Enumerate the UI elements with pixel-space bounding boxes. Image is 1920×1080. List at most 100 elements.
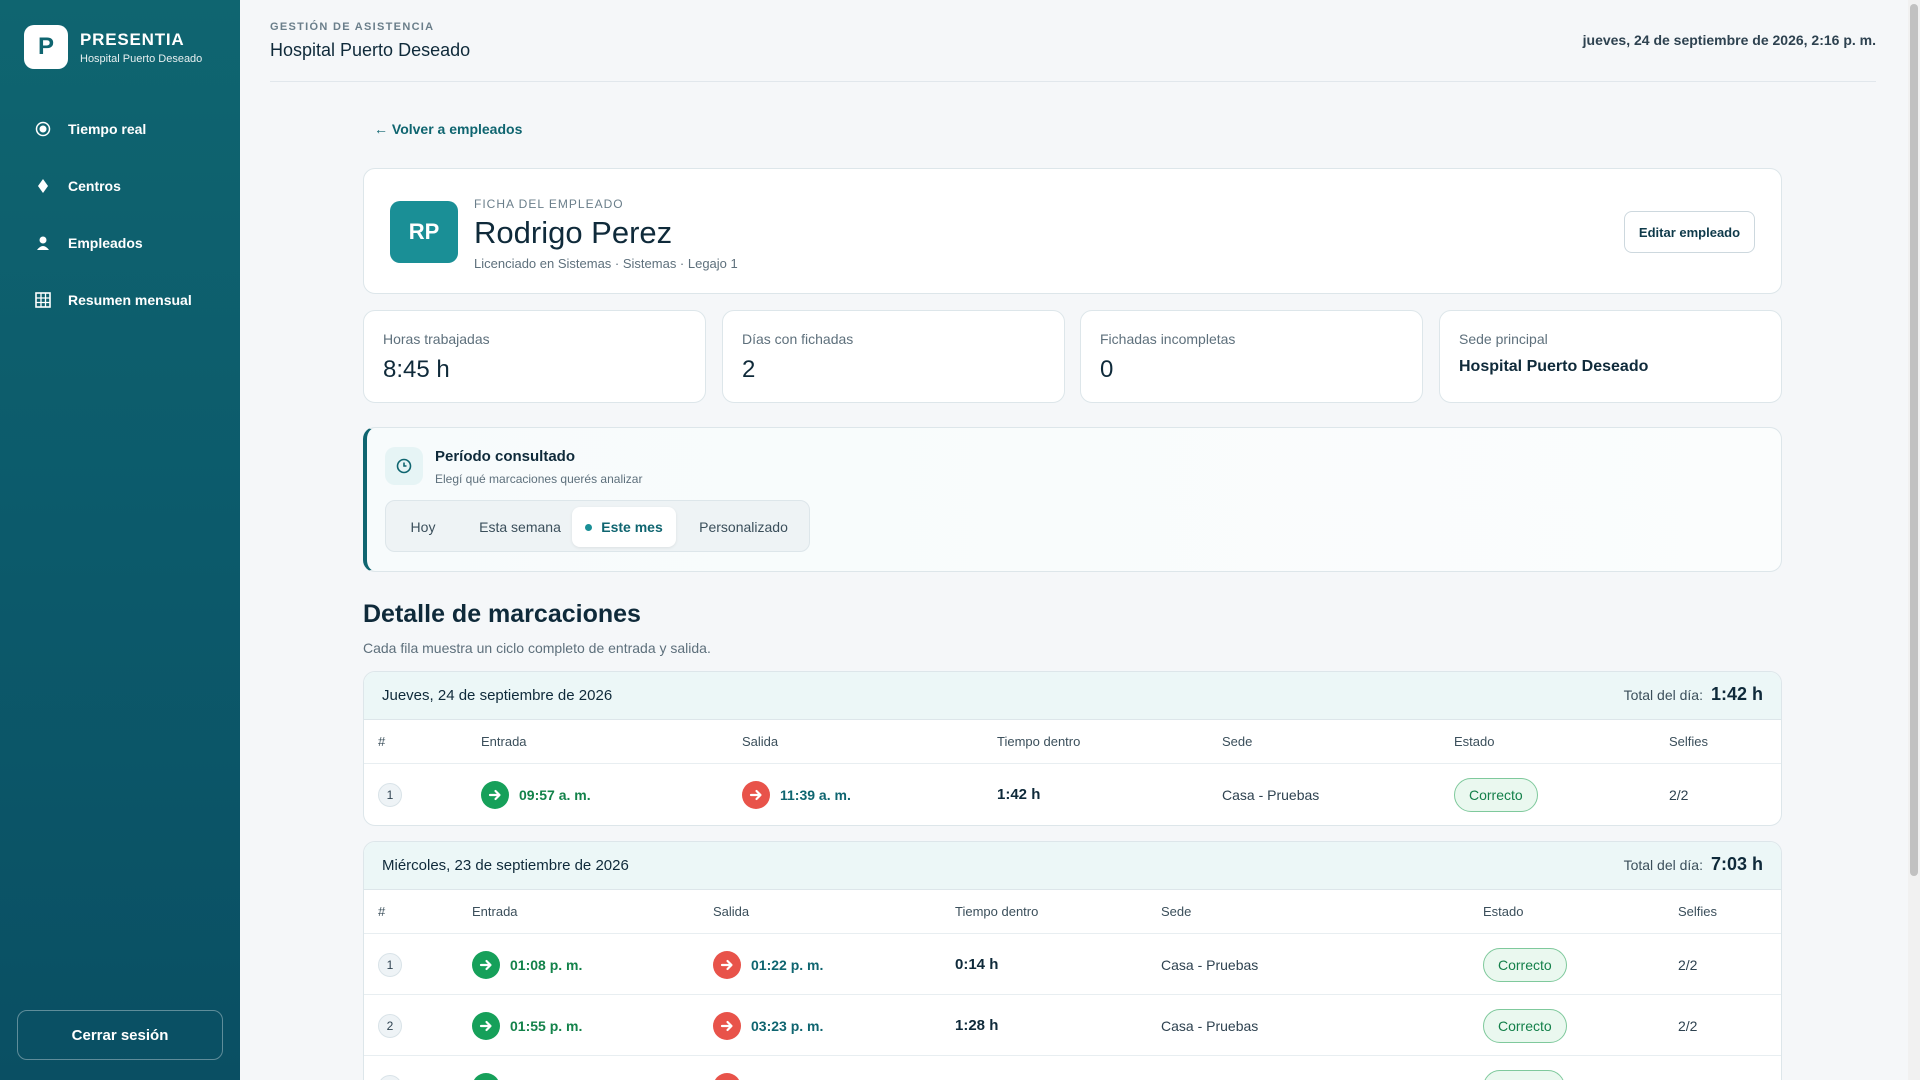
scrollbar-thumb[interactable]: [1910, 4, 1918, 876]
employee-details: Licenciado en Sistemas · Sistemas · Lega…: [474, 256, 738, 271]
selfies-count: 2/2: [1678, 1017, 1698, 1034]
stat-label: Fichadas incompletas: [1100, 331, 1236, 347]
person-icon: [34, 234, 52, 252]
site: Casa - Pruebas: [1161, 956, 1259, 973]
stat-label: Días con fichadas: [742, 331, 854, 347]
column-header: Entrada: [481, 734, 527, 749]
day-table: Jueves, 24 de septiembre de 2026 Total d…: [363, 671, 1782, 826]
edit-employee-button[interactable]: Editar empleado: [1624, 211, 1755, 253]
table-row[interactable]: 2 01:55 p. m. 03:23 p. m. 1:28 h Casa - …: [364, 995, 1781, 1056]
table-header: # Entrada Salida Tiempo dentro Sede Esta…: [364, 720, 1781, 764]
period-card: Período consultado Elegí qué marcaciones…: [363, 427, 1782, 572]
logout-button[interactable]: Cerrar sesión: [17, 1010, 223, 1060]
employee-profile-card: RP FICHA DEL EMPLEADO Rodrigo Perez Lice…: [363, 168, 1782, 294]
exit-arrow-icon: [742, 780, 770, 809]
column-header: Estado: [1483, 904, 1524, 919]
stat-label: Horas trabajadas: [383, 331, 490, 347]
brand[interactable]: P PRESENTIA Hospital Puerto Deseado: [24, 25, 202, 69]
sidebar-item-tiempo-real[interactable]: Tiempo real: [0, 100, 240, 157]
stat-card-incomplete: Fichadas incompletas 0: [1080, 310, 1423, 403]
status-badge: Correcto: [1483, 947, 1567, 982]
day-total-value: 1:42 h: [1710, 684, 1763, 704]
day-total-label: Total del día:: [1623, 857, 1703, 873]
column-header: #: [378, 904, 386, 919]
column-header: Entrada: [472, 904, 518, 919]
day-total-value: 7:03 h: [1710, 854, 1763, 874]
stat-value: Hospital Puerto Deseado: [1459, 358, 1649, 375]
clock-icon: [385, 447, 423, 485]
column-header: Sede: [1222, 734, 1253, 749]
site: Casa - Pruebas: [1161, 1017, 1259, 1034]
column-header: Tiempo dentro: [955, 904, 1039, 919]
sidebar-item-label: Resumen mensual: [68, 291, 192, 308]
brand-logo: P: [24, 25, 68, 69]
period-subtitle: Elegí qué marcaciones querés analizar: [435, 472, 643, 486]
entry-arrow-icon: [472, 1011, 500, 1040]
column-header: Tiempo dentro: [997, 734, 1081, 749]
profile-eyebrow: FICHA DEL EMPLEADO: [474, 197, 624, 211]
employee-name: Rodrigo Perez: [474, 215, 673, 250]
table-row[interactable]: 1 09:57 a. m. 11:39 a. m. 1:42 h Casa - …: [364, 764, 1781, 825]
day-header: Jueves, 24 de septiembre de 2026 Total d…: [364, 672, 1781, 720]
sidebar-item-resumen-mensual[interactable]: Resumen mensual: [0, 271, 240, 328]
sidebar-item-label: Centros: [68, 177, 121, 194]
exit-time: 01:22 p. m.: [751, 956, 824, 973]
time-inside: 1:42 h: [997, 786, 1041, 803]
period-option-este-mes[interactable]: Este mes: [572, 507, 676, 547]
period-option-personalizado[interactable]: Personalizado: [682, 507, 805, 547]
stat-card-days: Días con fichadas 2: [722, 310, 1065, 403]
header-eyebrow: GESTIÓN DE ASISTENCIA: [270, 21, 435, 33]
entry-arrow-icon: [472, 1072, 500, 1080]
column-header: Salida: [713, 904, 750, 919]
day-date: Jueves, 24 de septiembre de 2026: [382, 687, 613, 704]
header-datetime: jueves, 24 de septiembre de 2026, 2:16 p…: [1582, 32, 1876, 48]
time-inside: 0:14 h: [955, 956, 999, 973]
diamond-icon: [34, 177, 52, 195]
exit-arrow-icon: [713, 950, 741, 979]
entry-time: 09:57 a. m.: [519, 786, 591, 803]
entry-time: 01:08 p. m.: [510, 956, 583, 973]
entry-arrow-icon: [472, 950, 500, 979]
period-option-esta-semana[interactable]: Esta semana: [460, 507, 580, 547]
column-header: Estado: [1454, 734, 1495, 749]
column-header: Selfies: [1678, 904, 1718, 919]
sidebar-item-centros[interactable]: Centros: [0, 157, 240, 214]
table-row-partial[interactable]: [364, 1056, 1781, 1080]
back-to-employees-link[interactable]: ← Volver a empleados: [374, 121, 522, 137]
brand-name: PRESENTIA: [80, 29, 185, 49]
selected-dot-icon: [585, 523, 593, 531]
brand-subtitle: Hospital Puerto Deseado: [80, 52, 203, 65]
entry-arrow-icon: [481, 780, 509, 809]
day-header: Miércoles, 23 de septiembre de 2026 Tota…: [364, 842, 1781, 890]
column-header: Salida: [742, 734, 779, 749]
stat-card-hours: Horas trabajadas 8:45 h: [363, 310, 706, 403]
period-option-hoy[interactable]: Hoy: [392, 507, 454, 547]
day-total: Total del día: 7:03 h: [1624, 854, 1763, 875]
day-date: Miércoles, 23 de septiembre de 2026: [382, 857, 629, 874]
selfies-count: 2/2: [1669, 786, 1689, 803]
section-subtitle: Cada fila muestra un ciclo completo de e…: [363, 640, 711, 656]
stat-value: 2: [742, 356, 756, 383]
time-inside: 1:28 h: [955, 1017, 999, 1034]
period-title: Período consultado: [435, 448, 576, 465]
top-header: GESTIÓN DE ASISTENCIA Hospital Puerto De…: [270, 0, 1876, 82]
day-total-label: Total del día:: [1623, 687, 1703, 703]
sidebar-item-empleados[interactable]: Empleados: [0, 214, 240, 271]
sidebar-item-label: Empleados: [68, 234, 143, 251]
exit-arrow-icon: [713, 1072, 741, 1080]
stat-label: Sede principal: [1459, 331, 1548, 347]
day-total: Total del día: 1:42 h: [1624, 684, 1763, 705]
entry-time: 01:55 p. m.: [510, 1017, 583, 1034]
status-badge: Correcto: [1483, 1008, 1567, 1043]
stat-card-main-site: Sede principal Hospital Puerto Deseado: [1439, 310, 1782, 403]
radio-icon: [34, 120, 52, 138]
sidebar-item-label: Tiempo real: [68, 120, 147, 137]
column-header: #: [378, 734, 386, 749]
avatar: RP: [390, 201, 458, 263]
scrollbar[interactable]: [1908, 0, 1920, 1080]
table-row[interactable]: 1 01:08 p. m. 01:22 p. m. 0:14 h Casa - …: [364, 934, 1781, 995]
exit-arrow-icon: [713, 1011, 741, 1040]
row-number-badge: 2: [378, 1013, 402, 1038]
row-number-badge: [378, 1074, 402, 1080]
row-number-badge: 1: [378, 952, 402, 977]
